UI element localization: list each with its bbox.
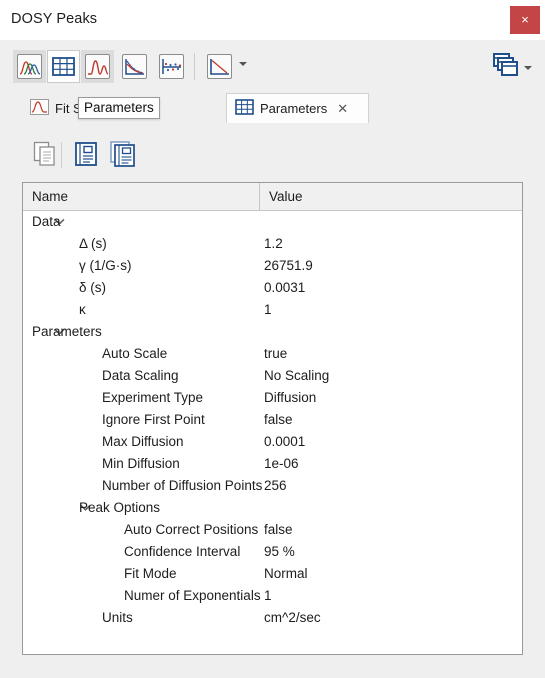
table-row[interactable]: Max Diffusion 0.0001 <box>23 431 522 453</box>
toolbar-button-fit-spectra[interactable] <box>81 50 114 83</box>
toolbar-button-diffusion-plot[interactable] <box>203 50 236 83</box>
table-row[interactable]: Confidence Interval 95 % <box>23 541 522 563</box>
table-row[interactable]: κ1 <box>23 299 522 321</box>
table-row[interactable]: Peak Options <box>23 497 522 519</box>
row-value[interactable]: 1 <box>264 585 272 607</box>
copy-icon <box>33 141 57 170</box>
row-name: Parameters <box>32 324 102 339</box>
stacked-windows-icon <box>492 53 519 80</box>
row-name: Auto Scale <box>102 346 168 361</box>
row-name: Data Scaling <box>102 368 179 383</box>
decay-curves-icon <box>122 54 147 79</box>
row-name: Experiment Type <box>102 390 204 405</box>
table-row[interactable]: Parameters <box>23 321 522 343</box>
row-name: δ (s) <box>79 280 107 295</box>
table-row[interactable]: Number of Diffusion Points 256 <box>23 475 522 497</box>
row-name: Ignore First Point <box>102 412 205 427</box>
toolbar-button-decay-curves[interactable] <box>118 50 151 83</box>
table-row[interactable]: Data Scaling No Scaling <box>23 365 522 387</box>
row-value[interactable]: 26751.9 <box>264 255 313 277</box>
row-name: Number of Diffusion Points <box>102 478 263 493</box>
row-name: Units <box>102 610 133 625</box>
row-value[interactable]: Normal <box>264 563 308 585</box>
row-name: Data <box>32 214 61 229</box>
row-name: Confidence Interval <box>124 544 241 559</box>
dosy-peaks-window: DOSY Peaks × Fit Parameters ✕ Parameters… <box>0 0 545 678</box>
row-name: Max Diffusion <box>102 434 184 449</box>
tooltip: Parameters <box>78 97 160 119</box>
row-value[interactable]: 1.2 <box>264 233 283 255</box>
multi-report-icon <box>110 140 136 170</box>
table-row[interactable]: δ (s) 0.0031 <box>23 277 522 299</box>
diffusion-plot-icon <box>207 54 232 79</box>
toolbar-separator <box>194 53 195 80</box>
row-name: γ (1/G·s) <box>79 258 132 273</box>
single-spectrum-icon <box>30 98 49 118</box>
toolbar-button-multi-spectra[interactable] <box>13 50 46 83</box>
row-value[interactable]: 95 % <box>264 541 295 563</box>
diffusion-plot-dropdown-caret[interactable] <box>239 62 247 66</box>
toolbar-button-layout[interactable] <box>489 50 522 83</box>
window-title: DOSY Peaks <box>11 11 98 27</box>
close-button[interactable]: × <box>510 6 540 34</box>
table-row[interactable]: Auto Correct Positions false <box>23 519 522 541</box>
row-value[interactable]: 0.0031 <box>264 277 305 299</box>
row-name: Peak Options <box>79 500 161 515</box>
residuals-icon <box>159 54 184 79</box>
tab-close-parameters[interactable]: ✕ <box>337 102 348 115</box>
table-header-row: Name Value <box>23 183 522 211</box>
row-value[interactable]: cm^2/sec <box>264 607 321 629</box>
parameters-table: Name Value Data Δ (s) 1.2 γ (1/G·s) 26751.9 δ… <box>22 182 523 655</box>
row-value[interactable]: 1 <box>264 299 272 321</box>
tab-parameters[interactable]: Parameters ✕ <box>226 93 369 123</box>
table-row[interactable]: Fit Mode Normal <box>23 563 522 585</box>
tab-label-parameters: Parameters <box>260 101 328 116</box>
table-row[interactable]: Experiment Type Diffusion <box>23 387 522 409</box>
row-name: Δ (s) <box>79 236 107 251</box>
table-row[interactable]: Numer of Exponentials 1 <box>23 585 522 607</box>
title-bar: DOSY Peaks × <box>0 0 545 40</box>
table-row[interactable]: Δ (s) 1.2 <box>23 233 522 255</box>
subtoolbar-button-copy[interactable] <box>28 138 62 172</box>
row-value[interactable]: false <box>264 519 293 541</box>
toolbar-button-residuals[interactable] <box>155 50 188 83</box>
report-icon <box>74 141 98 170</box>
row-name: Fit Mode <box>124 566 177 581</box>
subtoolbar-button-multi-report[interactable] <box>106 138 140 172</box>
column-header-value[interactable]: Value <box>260 183 522 210</box>
row-value[interactable]: false <box>264 409 293 431</box>
table-row[interactable]: Ignore First Point false <box>23 409 522 431</box>
row-name: Min Diffusion <box>102 456 180 471</box>
row-value[interactable]: Diffusion <box>264 387 316 409</box>
row-value[interactable]: 0.0001 <box>264 431 305 453</box>
table-row[interactable]: Data <box>23 211 522 233</box>
table-row[interactable]: Min Diffusion 1e-06 <box>23 453 522 475</box>
layout-dropdown-caret[interactable] <box>524 66 532 70</box>
row-value[interactable]: 1e-06 <box>264 453 299 475</box>
row-value[interactable]: No Scaling <box>264 365 329 387</box>
toolbar-button-table[interactable] <box>47 50 80 83</box>
subtoolbar-button-report[interactable] <box>69 138 103 172</box>
table-icon <box>51 54 76 79</box>
table-row[interactable]: Units cm^2/sec <box>23 607 522 629</box>
single-spectrum-icon <box>85 54 110 79</box>
column-header-name[interactable]: Name <box>23 183 260 210</box>
multi-spectra-icon <box>17 54 42 79</box>
row-value[interactable]: 256 <box>264 475 287 497</box>
table-row[interactable]: Auto Scale true <box>23 343 522 365</box>
table-row[interactable]: γ (1/G·s) 26751.9 <box>23 255 522 277</box>
row-name: Numer of Exponentials <box>124 588 261 603</box>
table-body: Data Δ (s) 1.2 γ (1/G·s) 26751.9 δ (s) 0.0031 κ… <box>23 211 522 629</box>
row-name: κ <box>79 302 86 317</box>
table-icon <box>235 99 254 118</box>
row-name: Auto Correct Positions <box>124 522 259 537</box>
subtoolbar-separator <box>61 142 62 168</box>
row-value[interactable]: true <box>264 343 287 365</box>
